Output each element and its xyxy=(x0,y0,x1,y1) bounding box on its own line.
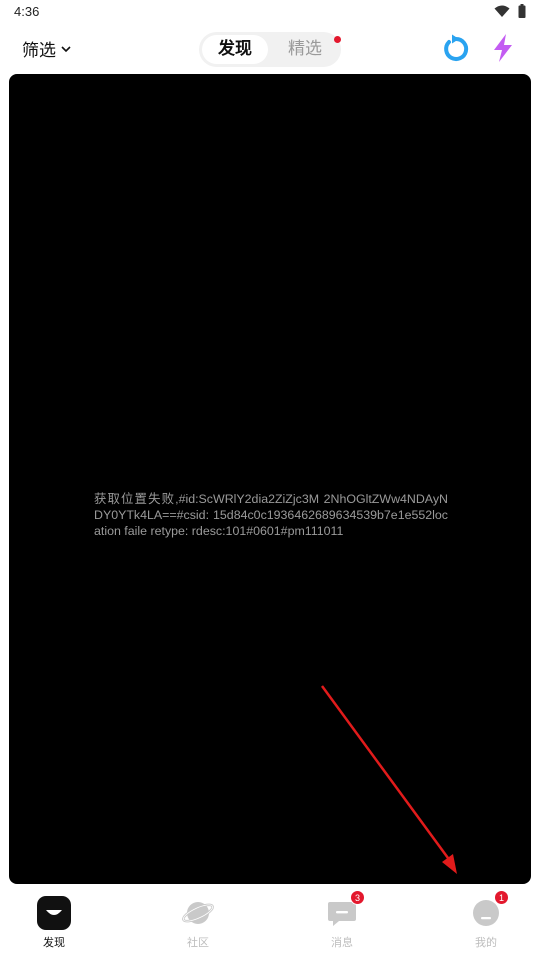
discover-icon xyxy=(37,896,71,930)
chevron-down-icon xyxy=(61,45,71,52)
filter-button[interactable]: 筛选 xyxy=(22,36,72,61)
battery-icon xyxy=(518,4,526,18)
wifi-icon xyxy=(494,5,510,17)
location-error-message: 获取位置失败,#id:ScWRlY2dia2ZiZjc3M 2NhOGltZWw… xyxy=(94,492,448,538)
nav-label-messages: 消息 xyxy=(331,936,353,949)
tab-featured[interactable]: 精选 xyxy=(272,35,341,64)
nav-label-profile: 我的 xyxy=(475,936,497,949)
profile-icon: 1 xyxy=(469,890,509,930)
status-icons xyxy=(494,4,526,18)
lightning-icon[interactable] xyxy=(490,33,516,63)
nav-item-community[interactable]: 社区 xyxy=(158,896,238,956)
refresh-icon[interactable] xyxy=(441,33,471,63)
nav-item-discover[interactable]: 发现 xyxy=(14,896,94,956)
profile-badge: 1 xyxy=(494,890,509,905)
filter-label: 筛选 xyxy=(22,41,56,61)
tab-discover[interactable]: 发现 xyxy=(202,35,268,64)
messages-badge: 3 xyxy=(350,890,365,905)
status-bar: 4:36 xyxy=(0,0,540,26)
status-time: 4:36 xyxy=(14,4,40,19)
tab-featured-label: 精选 xyxy=(288,39,322,59)
top-bar: 筛选 发现 精选 xyxy=(0,26,540,74)
feed-tab-switcher: 发现 精选 xyxy=(199,32,341,67)
nav-item-profile[interactable]: 1 我的 xyxy=(446,890,526,956)
unread-dot xyxy=(334,36,341,43)
planet-icon xyxy=(181,896,215,930)
nav-label-discover: 发现 xyxy=(43,936,65,949)
nav-label-community: 社区 xyxy=(187,936,209,949)
content-card[interactable]: 获取位置失败,#id:ScWRlY2dia2ZiZjc3M 2NhOGltZWw… xyxy=(9,74,531,884)
nav-item-messages[interactable]: 3 消息 xyxy=(302,890,382,956)
message-icon: 3 xyxy=(325,890,365,930)
bottom-nav: 发现 社区 3 消息 1 我的 xyxy=(0,886,540,960)
